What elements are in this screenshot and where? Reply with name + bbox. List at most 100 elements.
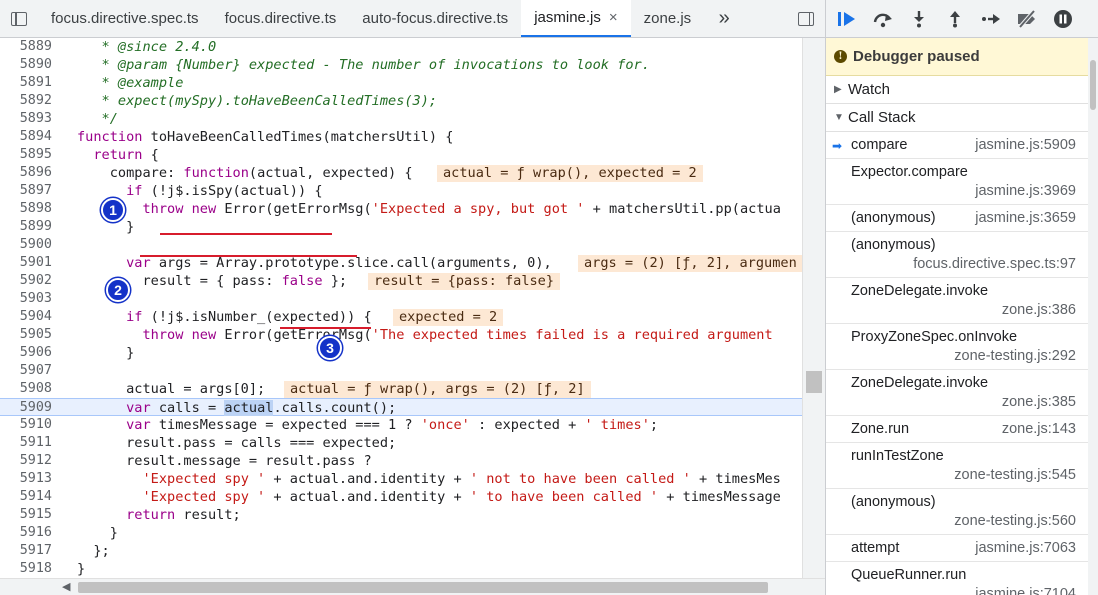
tab-zone-js[interactable]: zone.js	[631, 0, 705, 37]
code-line: 5907	[0, 362, 802, 380]
line-number[interactable]: 5895	[0, 146, 52, 164]
line-number[interactable]: 5915	[0, 506, 52, 524]
sidebar-scroll-thumb[interactable]	[1090, 60, 1096, 110]
frame-location: jasmine.js:3969	[975, 183, 1076, 199]
line-number[interactable]: 5901	[0, 254, 52, 272]
call-stack-frame[interactable]: QueueRunner.run jasmine.js:7104	[826, 562, 1098, 595]
frame-function-name: compare	[851, 137, 908, 153]
editor-vertical-scrollbar[interactable]	[802, 38, 825, 578]
call-stack-frame[interactable]: ➡ compare jasmine.js:5909	[826, 132, 1098, 159]
toggle-debugger-button[interactable]	[787, 0, 825, 37]
line-number[interactable]: 5894	[0, 128, 52, 146]
call-stack-list: ➡ compare jasmine.js:5909 Expector.compare j…	[826, 132, 1098, 595]
code-line: 5890 * @param {Number} expected - The nu…	[0, 56, 802, 74]
line-number[interactable]: 5899	[0, 218, 52, 236]
horizontal-scroll-thumb[interactable]	[78, 582, 768, 593]
code-text: result.message = result.pass ?	[77, 453, 372, 469]
call-stack-frame[interactable]: (anonymous) focus.directive.spec.ts:97	[826, 232, 1098, 278]
line-number[interactable]: 5904	[0, 308, 52, 326]
watch-section-header[interactable]: ▶ Watch	[826, 76, 1098, 104]
frame-function-name: ZoneDelegate.invoke	[851, 283, 989, 299]
sidebar-scrollbar[interactable]	[1088, 38, 1098, 595]
code-line: 5905 throw new Error(getErrorMsg('The ex…	[0, 326, 802, 344]
code-line: 5912 result.message = result.pass ?	[0, 452, 802, 470]
line-number[interactable]: 5903	[0, 290, 52, 308]
triangle-right-icon: ▶	[834, 84, 842, 95]
code-text: var calls = actual.calls.count();	[126, 400, 397, 416]
line-number[interactable]: 5898	[0, 200, 52, 218]
code-editor[interactable]: 5889 * @since 2.4.0 5890 * @param {Number…	[0, 38, 802, 578]
more-tabs-button[interactable]: »	[704, 0, 744, 37]
call-stack-frame[interactable]: ZoneDelegate.invoke zone.js:385	[826, 370, 1098, 416]
line-number[interactable]: 5897	[0, 182, 52, 200]
step-out-button[interactable]	[942, 6, 968, 32]
call-stack-frame[interactable]: Zone.run zone.js:143	[826, 416, 1098, 443]
debugger-toolbar	[826, 0, 1098, 38]
step-into-button[interactable]	[906, 6, 932, 32]
line-number[interactable]: 5896	[0, 164, 52, 182]
call-stack-frame[interactable]: ZoneDelegate.invoke zone.js:386	[826, 278, 1098, 324]
code-line: 5899 }	[0, 218, 802, 236]
line-number[interactable]: 5906	[0, 344, 52, 362]
resume-button[interactable]	[834, 6, 860, 32]
frame-function-name: QueueRunner.run	[851, 567, 967, 583]
annotation-marker-1: 1	[101, 198, 125, 222]
tab-label: auto-focus.directive.ts	[362, 10, 509, 27]
call-stack-frame[interactable]: (anonymous) zone-testing.js:560	[826, 489, 1098, 535]
tab-jasmine-js[interactable]: jasmine.js ×	[521, 0, 631, 37]
line-number[interactable]: 5913	[0, 470, 52, 488]
toggle-navigator-button[interactable]	[0, 0, 38, 37]
call-stack-frame[interactable]: Expector.compare jasmine.js:3969	[826, 159, 1098, 205]
step-out-icon	[950, 10, 960, 27]
call-stack-frame[interactable]: (anonymous) jasmine.js:3659	[826, 205, 1098, 232]
pause-on-exceptions-button[interactable]	[1050, 6, 1076, 32]
callstack-section-header[interactable]: ▼ Call Stack	[826, 104, 1098, 132]
frame-location: zone.js:143	[1001, 421, 1076, 437]
line-number[interactable]: 5910	[0, 416, 52, 434]
close-tab-icon[interactable]: ×	[609, 9, 618, 26]
line-number[interactable]: 5891	[0, 74, 52, 92]
tab-focus-directive-spec-ts[interactable]: focus.directive.spec.ts	[38, 0, 212, 37]
frame-function-name: attempt	[851, 540, 900, 556]
call-stack-frame[interactable]: runInTestZone zone-testing.js:545	[826, 443, 1098, 489]
line-number[interactable]: 5916	[0, 524, 52, 542]
line-number[interactable]: 5905	[0, 326, 52, 344]
line-number[interactable]: 5914	[0, 488, 52, 506]
step-over-icon	[873, 13, 892, 27]
line-number[interactable]: 5907	[0, 362, 52, 380]
step-into-icon	[914, 10, 924, 27]
deactivate-breakpoints-button[interactable]	[1014, 6, 1040, 32]
code-text: };	[77, 543, 110, 559]
frame-location: jasmine.js:5909	[975, 137, 1076, 153]
tab-auto-focus-directive-ts[interactable]: auto-focus.directive.ts	[349, 0, 521, 37]
line-number[interactable]: 5917	[0, 542, 52, 560]
vertical-scroll-thumb[interactable]	[806, 371, 822, 393]
line-number[interactable]: 5911	[0, 434, 52, 452]
line-number[interactable]: 5889	[0, 38, 52, 56]
code-text: }	[77, 525, 118, 541]
triangle-down-icon: ▼	[834, 112, 844, 123]
line-number[interactable]: 5892	[0, 92, 52, 110]
resume-icon	[838, 11, 855, 26]
call-stack-frame[interactable]: attempt jasmine.js:7063	[826, 535, 1098, 562]
line-number[interactable]: 5890	[0, 56, 52, 74]
tab-focus-directive-ts[interactable]: focus.directive.ts	[212, 0, 350, 37]
line-number[interactable]: 5902	[0, 272, 52, 290]
editor-horizontal-scrollbar[interactable]: ◀	[0, 578, 825, 595]
current-execution-line: 5909 var calls = actual.calls.count();	[0, 398, 802, 416]
step-icon	[982, 13, 1000, 24]
line-number[interactable]: 5912	[0, 452, 52, 470]
step-over-button[interactable]	[870, 6, 896, 32]
frame-function-name: (anonymous)	[851, 210, 936, 226]
code-text: if (!j$.isNumber_(expected)) {	[126, 309, 372, 325]
line-number[interactable]: 5900	[0, 236, 52, 254]
line-number[interactable]: 5909	[0, 399, 52, 417]
step-button[interactable]	[978, 6, 1004, 32]
code-text: }	[77, 219, 135, 235]
line-number[interactable]: 5918	[0, 560, 52, 578]
scroll-left-icon[interactable]: ◀	[62, 580, 70, 593]
line-number[interactable]: 5908	[0, 380, 52, 398]
call-stack-frame[interactable]: ProxyZoneSpec.onInvoke zone-testing.js:29…	[826, 324, 1098, 370]
code-line: 5893 */	[0, 110, 802, 128]
line-number[interactable]: 5893	[0, 110, 52, 128]
